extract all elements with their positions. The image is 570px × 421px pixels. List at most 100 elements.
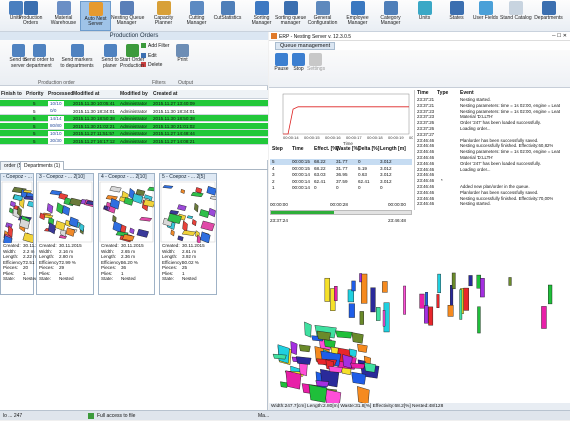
steps-cell-length: 3.012 (380, 172, 392, 177)
nest-piece (361, 273, 368, 304)
nest-piece (376, 307, 381, 321)
departments-icon (541, 1, 556, 15)
cell-priority: 5 (33, 116, 36, 121)
marker-card[interactable]: 5 - Coepoz - ... 2[5] Created: 30.11.2015 W… (159, 173, 217, 295)
steps-header-waste[interactable]: Waste [%] (336, 146, 360, 152)
ribbon-units-button[interactable]: Units (409, 1, 440, 31)
card-title: 5 - Coepoz - ... 2[5] (160, 174, 216, 181)
steps-cell-effect: 62.41 (314, 178, 326, 184)
steps-header-delta[interactable]: Delta [%] (358, 146, 379, 152)
ribbon-cutting-manager-button[interactable]: Cutting Manager (181, 1, 212, 31)
steps-row[interactable]: 4 00:00:15 68.22 31.77 5.19 3.012 (270, 166, 412, 172)
employee-manager-icon (350, 1, 365, 15)
steps-header-time[interactable]: Time (292, 146, 304, 152)
log-header-time[interactable]: Time (417, 90, 429, 96)
nest-piece (451, 272, 456, 290)
ribbon-category-manager-button[interactable]: Category Manager (375, 1, 406, 31)
send-order-to-department-button[interactable]: Send order to department (22, 44, 56, 69)
nest-piece (419, 293, 425, 309)
nest-piece (323, 339, 336, 348)
ribbon-auto-nest-server-button[interactable]: Auto Nest Server (80, 1, 111, 31)
column-header-created-at[interactable]: Created at (153, 90, 177, 99)
stop-button[interactable]: Stop (290, 53, 307, 73)
main-ribbon: Units Production Orders Material Warehouse… (0, 0, 570, 32)
nest-piece (447, 305, 454, 317)
column-header-modified-by[interactable]: Modified by (120, 90, 148, 99)
print-button[interactable]: Print (176, 44, 189, 64)
card-title: 4 - Coepoz - ... 2[10] (99, 174, 154, 181)
table-row[interactable]: 5 80/80 2015.11.30 21:02:21 Administrator 20… (0, 122, 268, 130)
tab-queue-management[interactable]: Queue management (275, 42, 336, 50)
marker-card[interactable]: 4 - Coepoz - ... 2[10] Created: 30.11.2015… (98, 173, 155, 295)
ribbon-states-button[interactable]: States (441, 1, 472, 31)
table-row[interactable]: 5 0/0 2015.11.30 18:34:01 Administrator 2015… (0, 107, 268, 115)
timeline-start: 00:00:00 (270, 202, 288, 207)
column-header-processed[interactable]: Processed (48, 90, 73, 99)
ribbon-cutstatistics-button[interactable]: CutStatistics (212, 1, 243, 31)
cell-created-at: 2015.11.30 18:34:01 (153, 108, 195, 114)
states-icon (449, 1, 464, 15)
marker-card[interactable]: - Coepoz - ... 2[0] Created:30.11.2015Wid… (0, 173, 46, 295)
print-icon (176, 44, 189, 57)
steps-row[interactable]: 2 00:00:14 62.41 37.59 62.41 3.012 (270, 179, 412, 185)
ribbon-stand-catalog-button[interactable]: Stand Catalog (500, 1, 532, 31)
cell-modified-at: 2015.11.30 18:50:38 (73, 116, 115, 121)
nest-piece (330, 346, 339, 355)
steps-row[interactable]: 3 00:00:14 63.03 36.95 0.63 3.012 (270, 172, 412, 178)
steps-cell-delta: 0 (358, 185, 361, 190)
log-row[interactable]: 23:46:46 Nesting started. (415, 201, 570, 207)
table-row[interactable]: 5 30/30 2015.11.27 16:17:12 Administrator 20… (0, 137, 268, 145)
pause-icon (275, 53, 288, 66)
steps-header-step[interactable]: Step (272, 146, 283, 152)
start-order-production-button[interactable]: Start Order Production (115, 44, 149, 69)
ribbon-employee-manager-button[interactable]: Employee Manager (342, 1, 373, 31)
steps-row[interactable]: 5 00:00:15 68.22 31.77 0 3.012 (270, 159, 412, 165)
table-row[interactable]: 5 10/10 2015.11.27 11:51:57 Administrator 20… (0, 130, 268, 137)
ribbon-capacity-planner-button[interactable]: Capacity Planner (148, 1, 179, 31)
column-header-modified-at[interactable]: Modified at (73, 90, 99, 99)
timeline-mid: 00:00:28 (330, 202, 348, 207)
ribbon-material-warehouse-button[interactable]: Material Warehouse (48, 1, 79, 31)
nest-piece (295, 356, 312, 365)
send-markers-to-departments-button[interactable]: Send markers to departments (60, 44, 94, 69)
column-header-priority[interactable]: Priority (26, 90, 44, 99)
steps-cell-length: 3.012 (380, 159, 392, 164)
x-tick-label: 00:00:19 (388, 135, 404, 140)
cell-priority: 5 (33, 138, 36, 144)
cell-priority: 5 (33, 101, 36, 106)
window-controls[interactable]: ─ ☐ ✕ (552, 32, 567, 41)
production-orders-toolbar: Add Filter Edit Delete Print Production … (0, 40, 268, 86)
ribbon-nesting-queue-manager-button[interactable]: Nesting Queue Manager (111, 1, 144, 31)
cell-modified-by: Administrator (120, 131, 148, 136)
table-row[interactable]: 5 14/14 2015.11.30 18:50:38 Administrator 20… (0, 115, 268, 122)
ribbon-general-configuration-button[interactable]: General Configuration (307, 1, 338, 31)
marker-card[interactable]: 3 - Coepoz - ... 2[10] Created: 30.11.2015… (36, 173, 94, 295)
steps-header-effect[interactable]: Effect. [%] (314, 146, 338, 152)
card-title: 3 - Coepoz - ... 2[10] (37, 174, 93, 181)
ribbon-production-orders-button[interactable]: Production Orders (15, 1, 46, 31)
log-header-type[interactable]: Type (437, 90, 448, 96)
log-header-event[interactable]: Event (460, 90, 474, 96)
bottom-tabs: order (5) Departments (1) (0, 160, 268, 170)
nest-piece (428, 306, 434, 326)
production-orders-table: Finish to Priority Processed Modified at Mod… (0, 90, 268, 160)
nest-status: Width:247.7[cm] Length:2.80[m] Waste:31.… (269, 403, 570, 410)
steps-header-length-m[interactable]: Length [m] (380, 146, 406, 152)
pause-button[interactable]: Pause (273, 53, 290, 73)
capacity-planner-icon (156, 1, 171, 15)
nest-piece (316, 330, 331, 341)
ribbon-user-fields-button[interactable]: User Fields (470, 1, 501, 31)
ribbon-sorting-manager-button[interactable]: Sorting Manager (246, 1, 277, 31)
steps-cell-delta: 62.41 (358, 178, 370, 184)
ribbon-departments-button[interactable]: Departments (533, 1, 564, 31)
tab-departments-1[interactable]: Departments (1) (20, 161, 65, 170)
column-header-finish-to[interactable]: Finish to (1, 90, 22, 99)
ribbon-sorting-queue-manager-button[interactable]: Sorting queue manager (275, 1, 306, 31)
table-row[interactable]: 5 10/10 2015.11.30 10:05:41 Administrator 20… (0, 100, 268, 107)
nest-piece (272, 353, 287, 360)
steps-cell-effect: 0 (314, 185, 317, 190)
nest-piece (324, 389, 342, 404)
cell-modified-by: Administrator (120, 101, 148, 106)
steps-row[interactable]: 1 00:00:14 0 0 0 0 (270, 185, 412, 191)
cell-processed: 0/0 (48, 108, 59, 114)
